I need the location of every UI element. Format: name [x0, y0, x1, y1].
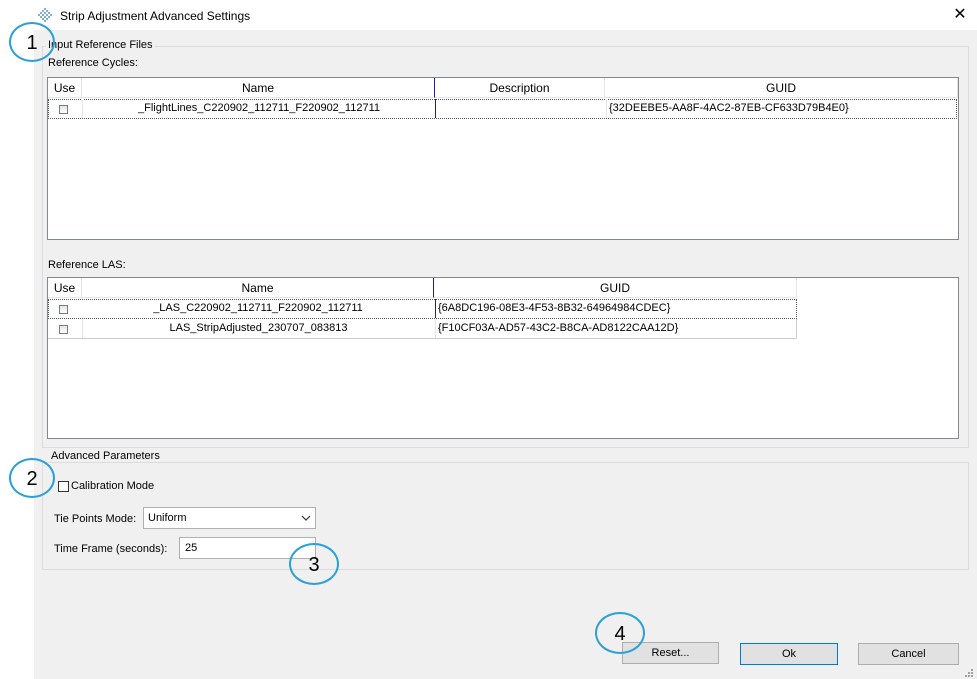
row-description — [435, 99, 605, 118]
row-guid: {F10CF03A-AD57-43C2-B8CA-AD8122CAA12D} — [435, 319, 795, 338]
ok-button[interactable]: Ok — [740, 643, 838, 665]
reference-cycles-table[interactable]: Use Name Description GUID _FlightLines_C… — [47, 77, 959, 240]
input-reference-files-label: Input Reference Files — [46, 39, 155, 51]
row-name: _FlightLines_C220902_112711_F220902_1127… — [82, 99, 435, 118]
tie-points-mode-select[interactable]: Uniform — [143, 507, 316, 529]
row-guid: {6A8DC196-08E3-4F53-8B32-64964984CDEC} — [435, 299, 795, 318]
close-icon[interactable]: ✕ — [950, 5, 970, 25]
row-guid: {32DEEBE5-AA8F-4AC2-87EB-CF633D79B4E0} — [606, 99, 956, 118]
row-name: _LAS_C220902_112711_F220902_112711 — [153, 302, 363, 314]
tie-points-mode-label: Tie Points Mode: — [54, 513, 137, 525]
resize-grip-icon[interactable] — [962, 666, 974, 678]
calibration-mode-checkbox[interactable] — [58, 481, 69, 492]
callout-4: 4 — [595, 612, 645, 654]
app-icon — [38, 8, 52, 22]
row-name: LAS_StripAdjusted_230707_083813 — [82, 319, 434, 338]
reference-cycles-label: Reference Cycles: — [48, 57, 138, 69]
col-header-name[interactable]: Name — [82, 78, 435, 98]
callout-1: 1 — [9, 22, 55, 62]
advanced-parameters-label: Advanced Parameters — [49, 450, 162, 462]
callout-3: 3 — [289, 543, 339, 585]
col-header-name[interactable]: Name — [82, 278, 434, 298]
callout-2: 2 — [9, 458, 55, 498]
col-header-use[interactable]: Use — [48, 278, 82, 298]
row-use-checkbox[interactable] — [59, 105, 68, 114]
cancel-button[interactable]: Cancel — [858, 643, 959, 665]
chevron-down-icon[interactable] — [301, 514, 311, 522]
row-use-checkbox[interactable] — [59, 305, 68, 314]
row-use-checkbox[interactable] — [59, 325, 68, 334]
col-header-description[interactable]: Description — [435, 78, 605, 98]
col-header-guid[interactable]: GUID — [434, 278, 797, 298]
reference-las-label: Reference LAS: — [48, 259, 126, 271]
tie-points-mode-value: Uniform — [148, 512, 187, 524]
time-frame-value: 25 — [185, 542, 198, 554]
time-frame-label: Time Frame (seconds): — [54, 543, 168, 555]
calibration-mode-label[interactable]: Calibration Mode — [71, 480, 154, 492]
col-header-use[interactable]: Use — [48, 78, 82, 98]
col-header-guid[interactable]: GUID — [605, 78, 958, 98]
window-title: Strip Adjustment Advanced Settings — [60, 9, 251, 23]
reference-las-table[interactable]: Use Name GUID _LAS_C220902_112711_F22090… — [47, 277, 959, 439]
